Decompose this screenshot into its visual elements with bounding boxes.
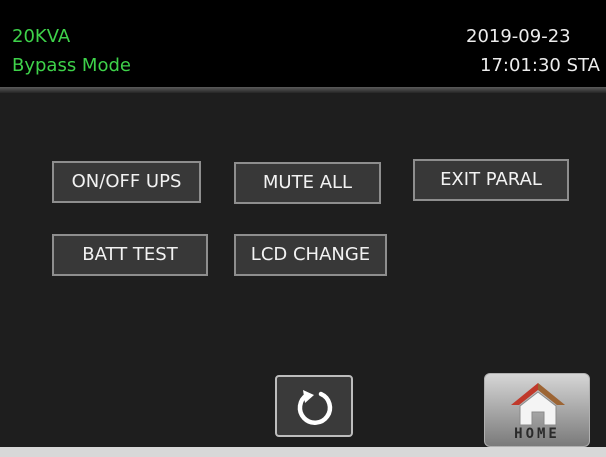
home-label: HOME — [514, 426, 560, 442]
on-off-ups-button[interactable]: ON/OFF UPS — [52, 161, 201, 203]
batt-test-button[interactable]: BATT TEST — [52, 234, 208, 276]
lcd-change-button[interactable]: LCD CHANGE — [234, 234, 387, 276]
home-icon — [511, 383, 565, 426]
home-button[interactable]: HOME — [484, 373, 590, 447]
refresh-button[interactable] — [275, 375, 353, 437]
time-label: 17:01:30 STA — [480, 55, 600, 76]
status-header: 20KVA Bypass Mode 2019-09-23 17:01:30 ST… — [0, 0, 606, 87]
date-label: 2019-09-23 — [466, 26, 571, 47]
exit-paral-button[interactable]: EXIT PARAL — [413, 159, 569, 201]
ups-control-screen: 20KVA Bypass Mode 2019-09-23 17:01:30 ST… — [0, 0, 606, 447]
mode-label: Bypass Mode — [12, 55, 131, 76]
model-label: 20KVA — [12, 26, 71, 47]
refresh-icon — [297, 390, 333, 425]
mute-all-button[interactable]: MUTE ALL — [234, 162, 381, 204]
